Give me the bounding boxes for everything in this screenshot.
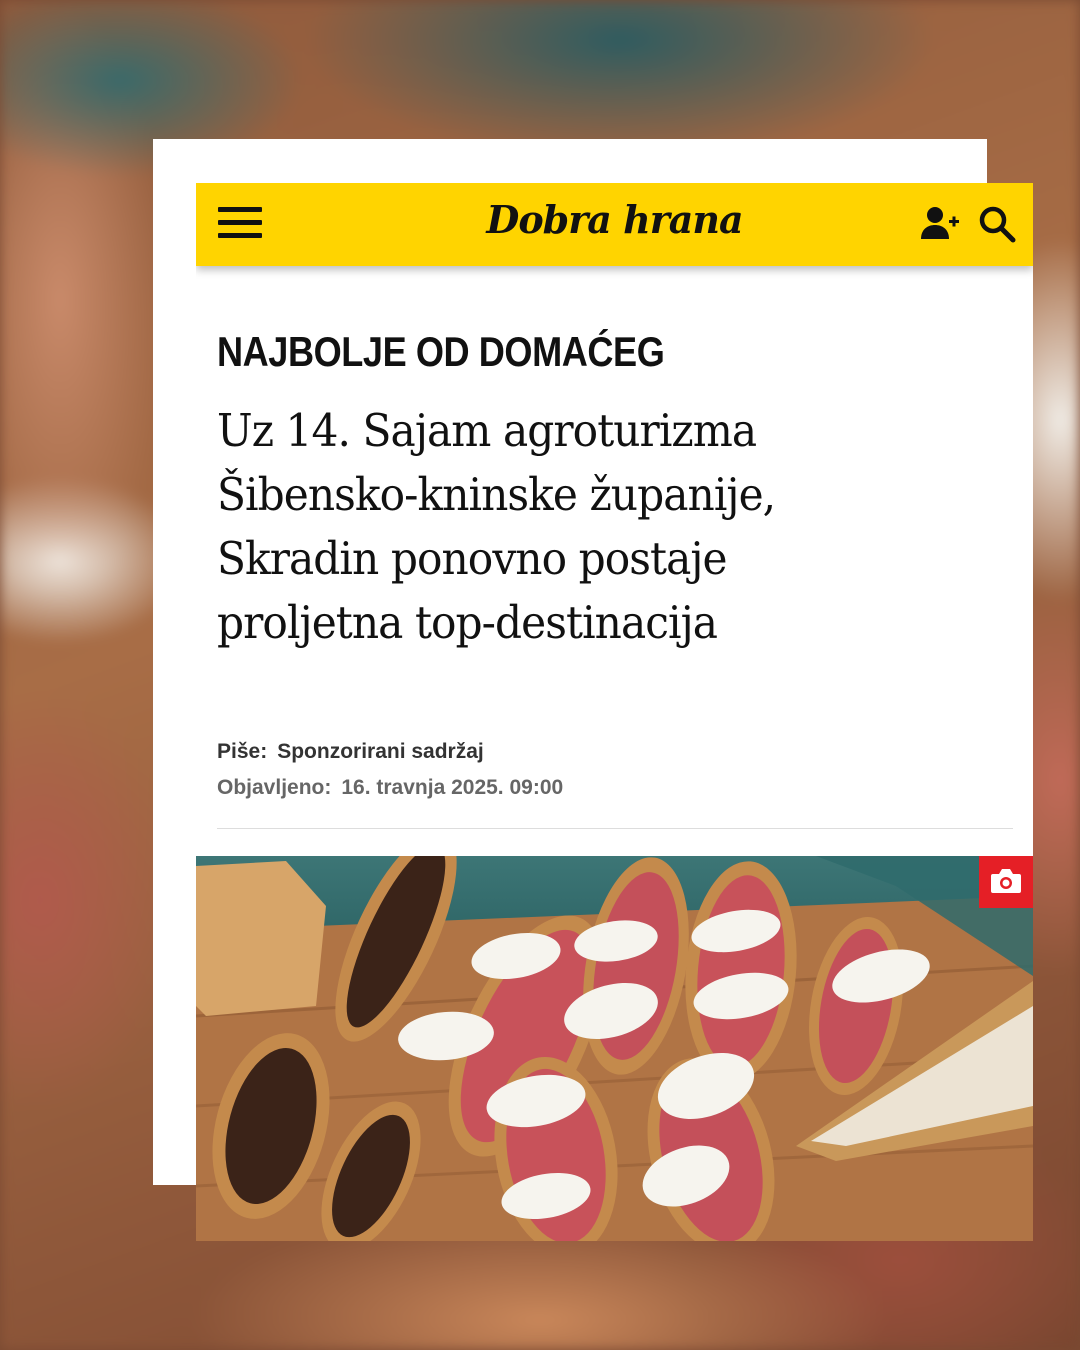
published-label: Objavljeno: bbox=[217, 776, 332, 799]
article-card: Dobra hrana NAJBOLJE OD DOMAĆEG Uz 14. S… bbox=[196, 183, 1033, 1241]
camera-icon bbox=[991, 869, 1021, 893]
article-author: Piše: Sponzorirani sadržaj bbox=[217, 740, 484, 764]
author-value: Sponzorirani sadržaj bbox=[277, 740, 484, 763]
site-logo[interactable]: Dobra hrana bbox=[196, 197, 1033, 242]
author-label: Piše: bbox=[217, 740, 268, 763]
article-published-date: Objavljeno: 16. travnja 2025. 09:00 bbox=[217, 776, 563, 800]
divider bbox=[217, 828, 1013, 829]
site-header: Dobra hrana bbox=[196, 183, 1033, 266]
search-icon[interactable] bbox=[976, 203, 1018, 245]
article-headline: Uz 14. Sajam agroturizma Šibensko-kninsk… bbox=[217, 399, 960, 655]
food-photo-illustration bbox=[196, 856, 1033, 1241]
article-hero-image[interactable] bbox=[196, 856, 1033, 1241]
gallery-badge[interactable] bbox=[979, 856, 1033, 908]
article-category-kicker[interactable]: NAJBOLJE OD DOMAĆEG bbox=[217, 328, 665, 376]
published-value: 16. travnja 2025. 09:00 bbox=[341, 776, 564, 799]
user-add-icon[interactable] bbox=[919, 203, 961, 245]
headline-line: Uz 14. Sajam agroturizma bbox=[217, 404, 757, 457]
headline-line: Skradin ponovno postaje bbox=[217, 532, 728, 585]
headline-line: proljetna top-destinacija bbox=[217, 596, 718, 649]
headline-line: Šibensko-kninske županije, bbox=[217, 468, 776, 521]
